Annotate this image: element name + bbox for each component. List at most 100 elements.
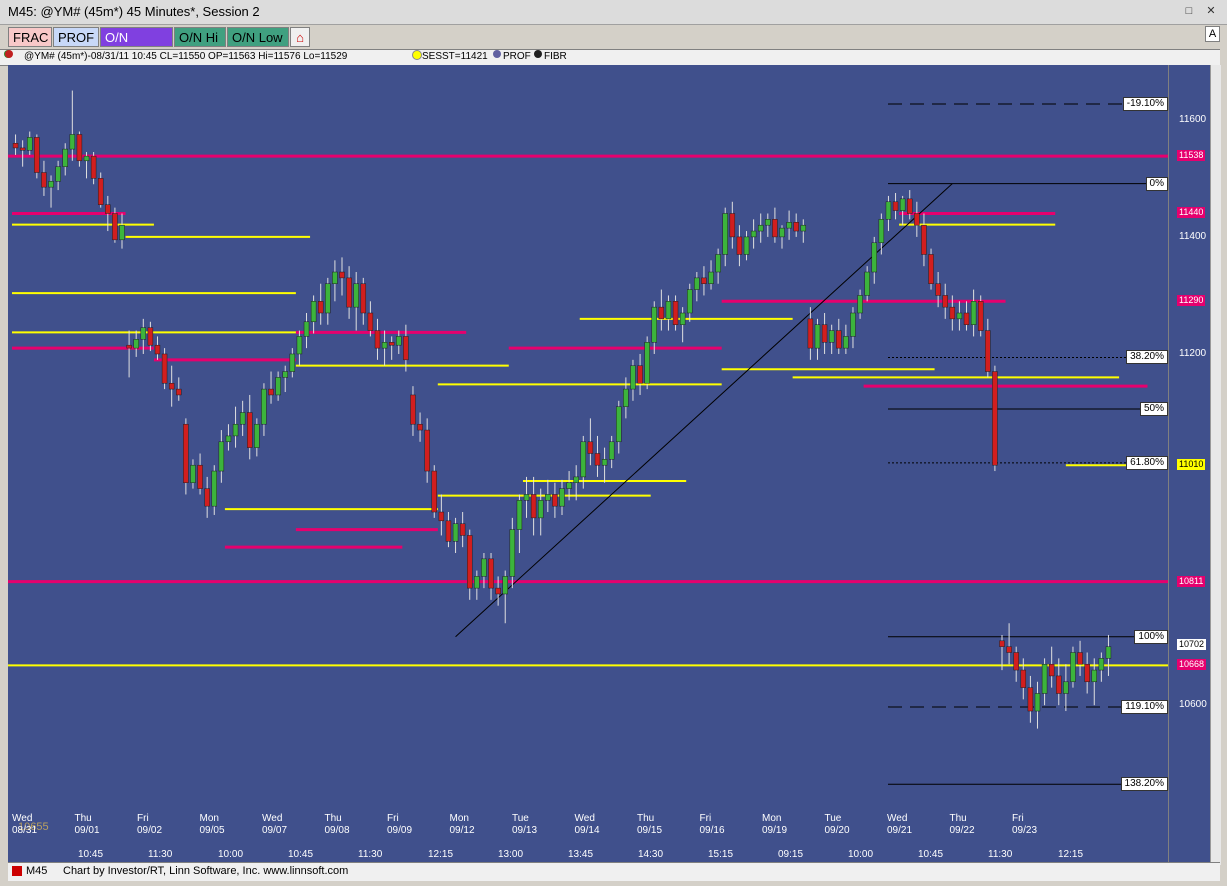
candle-body — [296, 336, 303, 355]
fib-label: 100% — [1134, 629, 1168, 644]
day-name: Fri — [699, 813, 712, 824]
axis-highlight-label: 11010 — [1177, 459, 1206, 471]
candle-body — [601, 459, 608, 466]
candle-body — [1084, 663, 1090, 683]
day-name: Thu — [74, 813, 92, 824]
candle-body — [438, 511, 445, 522]
day-label: Mon 09/12 — [450, 813, 475, 837]
day-name: Wed — [574, 813, 595, 824]
fib-label: 119.10% — [1121, 699, 1168, 714]
day-name: Thu — [324, 813, 342, 824]
candle-body — [83, 155, 90, 162]
day-name: Wed — [12, 813, 33, 824]
candle-body — [580, 441, 587, 478]
candle-body — [921, 224, 927, 255]
close-button[interactable]: ✕ — [1202, 3, 1220, 19]
candle-body — [239, 412, 246, 425]
on-vpoc-button[interactable]: O/N VPOC — [100, 27, 173, 65]
candle-body — [69, 134, 76, 150]
day-date: 09/01 — [74, 825, 100, 836]
day-name: Tue — [512, 813, 529, 824]
candle-body — [268, 388, 274, 396]
vertical-scrollbar[interactable] — [1210, 65, 1221, 865]
time-label: 12:15 — [428, 849, 454, 860]
day-date: 09/12 — [449, 825, 475, 836]
candle-body — [821, 324, 828, 343]
candle-body — [935, 283, 941, 296]
candle-body — [850, 312, 856, 337]
candle-body — [992, 371, 998, 466]
candle-body — [828, 330, 835, 343]
maximize-button[interactable]: □ — [1180, 3, 1198, 19]
candle-body — [112, 213, 118, 241]
candle-body — [1056, 675, 1062, 694]
candle-body — [800, 224, 807, 232]
axis-highlight-label: 11538 — [1177, 150, 1206, 162]
candle-body — [743, 236, 750, 255]
candle-body — [1098, 658, 1105, 671]
candle-body — [303, 321, 310, 337]
prof-button[interactable]: PROF — [53, 27, 99, 47]
day-label: Mon 09/05 — [200, 813, 225, 837]
chart-svg — [8, 90, 1168, 785]
day-name: Fri — [387, 813, 399, 824]
candle-body — [566, 482, 572, 489]
candle-body — [843, 336, 849, 349]
candle-body — [381, 342, 388, 349]
fib-trendline — [455, 183, 953, 638]
candle-body — [488, 558, 494, 589]
price-chart[interactable]: 10655 -19.10% 0% 38.20% 50% 61.80% 100% 119.10… — [8, 65, 1168, 865]
candle-body — [679, 312, 686, 325]
axis-highlight-label: 11440 — [1177, 207, 1206, 219]
candle-body — [332, 271, 338, 284]
candle-body — [1063, 681, 1069, 694]
time-label: 11:30 — [988, 849, 1013, 860]
axis-price-label: 11400 — [1179, 230, 1207, 242]
candle-body — [928, 254, 934, 284]
candle-body — [1020, 669, 1027, 688]
candle-body — [594, 453, 601, 466]
candle-body — [736, 236, 743, 255]
day-date: 09/14 — [574, 825, 600, 836]
day-date: 09/23 — [1012, 825, 1038, 836]
day-name: Mon — [449, 813, 469, 824]
day-label: Thu 09/22 — [950, 813, 975, 837]
candle-body — [388, 342, 395, 346]
sesst-info: SESST=11421 — [422, 51, 488, 62]
candle-body — [793, 222, 799, 232]
time-label: 11:30 — [148, 849, 173, 860]
candle-body — [907, 198, 913, 214]
day-label: Fri 09/16 — [700, 813, 725, 837]
day-label: Thu 09/08 — [325, 813, 350, 837]
candle-body — [772, 219, 778, 238]
candle-body — [19, 147, 26, 151]
status-tab[interactable]: M45 — [26, 863, 47, 880]
candle-body — [644, 342, 650, 384]
candle-body — [942, 295, 948, 308]
day-label: Wed 09/14 — [575, 813, 600, 837]
fib-label: 38.20% — [1126, 350, 1168, 365]
time-label: 12:15 — [1058, 849, 1084, 860]
candle-body — [1091, 669, 1097, 683]
day-date: 09/21 — [887, 825, 913, 836]
frac-button[interactable]: FRAC — [8, 27, 52, 47]
candle-body — [76, 134, 83, 162]
day-name: Mon — [199, 813, 219, 824]
day-name: Thu — [949, 813, 967, 824]
font-size-button[interactable]: A — [1205, 26, 1220, 42]
candle-body — [261, 388, 267, 425]
candle-body — [857, 295, 863, 314]
home-icon[interactable]: ⌂ — [290, 27, 310, 47]
symbol-info: @YM# (45m*)-08/31/11 10:45 CL=11550 OP=1… — [24, 51, 348, 62]
fib-label: 0% — [1145, 176, 1168, 191]
axis-highlight-label: 10811 — [1177, 575, 1206, 587]
candle-body — [452, 523, 459, 542]
day-label: Thu 09/01 — [75, 813, 100, 837]
candle-body — [616, 406, 622, 443]
on-hi-button[interactable]: O/N Hi — [174, 27, 226, 47]
time-label: 10:00 — [848, 849, 874, 860]
on-low-button[interactable]: O/N Low — [227, 27, 289, 47]
candle-body — [665, 301, 672, 320]
candle-body — [97, 178, 104, 205]
candle-body — [27, 137, 33, 151]
